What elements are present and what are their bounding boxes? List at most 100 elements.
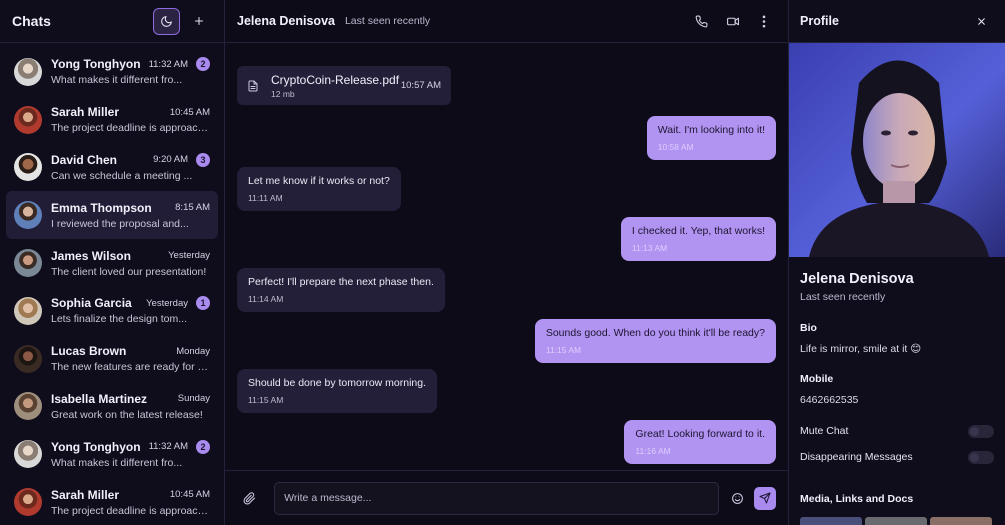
chat-preview: The project deadline is approachi...	[51, 122, 210, 135]
conversation-panel: Jelena Denisova Last seen recently Crypt…	[225, 0, 788, 525]
message-time: 10:58 AM	[657, 142, 694, 152]
chat-preview: What makes it different fro...	[51, 74, 183, 87]
incoming-message: Perfect! I'll prepare the next phase the…	[237, 268, 445, 312]
message-time: 11:13 AM	[631, 243, 668, 253]
emoji-button[interactable]	[725, 485, 750, 511]
mute-chat-label: Mute Chat	[800, 425, 849, 437]
message-time: 11:15 AM	[248, 395, 284, 405]
kebab-menu-icon	[762, 15, 765, 27]
outgoing-message: Great! Looking forward to it. 11:16 AM	[624, 420, 776, 464]
message-time: 10:57 AM	[400, 80, 441, 91]
chat-list-item[interactable]: Sarah Miller 10:45 AM The project deadline…	[6, 96, 218, 144]
chat-name: Emma Thompson	[51, 200, 152, 215]
avatar	[14, 440, 42, 469]
contact-status: Last seen recently	[344, 15, 431, 27]
unread-badge: 3	[196, 152, 210, 167]
disappearing-messages-label: Disappearing Messages	[800, 451, 913, 463]
send-icon	[759, 492, 771, 504]
chat-time: Yesterday	[168, 250, 210, 262]
chat-preview: The new features are ready for te...	[51, 361, 210, 374]
mute-chat-toggle[interactable]	[968, 424, 994, 438]
chat-list-item[interactable]: Lucas Brown Monday The new features are re…	[6, 335, 218, 383]
chat-list-item[interactable]: David Chen 9:20 AM 3 Can we schedule a meet…	[6, 144, 218, 192]
file-size: 12 mb	[271, 88, 295, 99]
moon-icon	[161, 15, 172, 27]
chat-name: Yong Tonghyon	[51, 57, 141, 72]
outgoing-message: I checked it. Yep, that works! 11:13 AM	[620, 217, 776, 261]
chat-sidebar: Chats Yong Tonghyon 11:32 AM 2 What makes i…	[0, 0, 225, 525]
bio-text: Life is mirror, smile at it 😊	[800, 343, 922, 355]
chat-list-item[interactable]: James Wilson Yesterday The client loved ou…	[6, 239, 218, 287]
message-text: Should be done by tomorrow morning.	[248, 377, 427, 389]
media-thumbnail[interactable]	[865, 517, 927, 525]
media-gallery	[789, 517, 1005, 525]
unread-badge: 1	[196, 296, 210, 311]
plus-icon	[195, 17, 203, 25]
profile-photo	[789, 43, 1005, 257]
message-text: Let me know if it works or not?	[248, 175, 390, 187]
disappearing-messages-toggle[interactable]	[968, 450, 994, 464]
chat-preview: The project deadline is approachi...	[51, 504, 210, 517]
video-call-button[interactable]	[722, 11, 743, 32]
avatar	[14, 249, 42, 278]
new-chat-button[interactable]	[186, 8, 212, 34]
avatar	[14, 57, 42, 86]
chat-list-item[interactable]: Yong Tonghyon 11:32 AM 2 What makes it diff…	[6, 48, 218, 96]
sidebar-title: Chats	[12, 13, 51, 29]
message-text: Great! Looking forward to it.	[635, 428, 765, 440]
document-icon	[248, 80, 258, 91]
messenger-app: Chats Yong Tonghyon 11:32 AM 2 What makes i…	[0, 0, 1005, 525]
message-composer	[225, 470, 788, 525]
message-text: Wait. I'm looking into it!	[657, 124, 765, 136]
chat-name: Lucas Brown	[51, 344, 127, 359]
chat-name: Isabella Martinez	[51, 391, 148, 406]
attach-button[interactable]	[237, 485, 262, 511]
chat-name: Yong Tonghyon	[51, 439, 141, 454]
avatar	[14, 392, 42, 421]
avatar	[14, 488, 42, 517]
message-list: CryptoCoin-Release.pdf 12 mb 10:57 AM Wa…	[225, 43, 788, 470]
profile-photo-image	[789, 43, 1005, 257]
contact-name[interactable]: Jelena Denisova	[237, 14, 335, 28]
message-input[interactable]	[274, 481, 719, 515]
chat-list-item[interactable]: Sarah Miller 10:45 AM The project deadline…	[6, 478, 218, 525]
chat-preview: Great work on the latest release!	[51, 408, 203, 421]
media-thumbnail[interactable]	[930, 517, 992, 525]
send-button[interactable]	[753, 486, 777, 510]
chat-preview: The client loved our presentation!	[51, 265, 207, 278]
chat-name: Sarah Miller	[51, 105, 120, 120]
smiley-icon	[731, 492, 743, 504]
close-profile-button[interactable]	[968, 8, 994, 34]
file-name: CryptoCoin-Release.pdf	[271, 72, 400, 87]
media-thumbnail[interactable]	[800, 517, 862, 525]
phone-icon	[695, 15, 708, 27]
mobile-number: 6462662535	[800, 394, 859, 406]
chat-list-item[interactable]: Isabella Martinez Sunday Great work on the…	[6, 383, 218, 431]
mobile-label: Mobile	[800, 373, 834, 385]
chat-time: 8:15 AM	[175, 202, 210, 214]
chat-time: Yesterday	[146, 297, 188, 309]
chat-time: Sunday	[177, 393, 210, 405]
message-time: 11:14 AM	[248, 294, 284, 304]
chat-list-item[interactable]: Sophia Garcia Yesterday 1 Lets finalize the…	[6, 287, 218, 335]
mute-chat-row: Mute Chat	[789, 424, 1005, 438]
chat-preview: I reviewed the proposal and...	[51, 217, 189, 230]
chat-time: 9:20 AM	[153, 154, 188, 166]
theme-toggle-button[interactable]	[153, 7, 180, 35]
chat-list-item-active[interactable]: Emma Thompson 8:15 AM I reviewed the propo…	[6, 191, 218, 240]
paperclip-icon	[243, 491, 256, 504]
file-attachment-message[interactable]: CryptoCoin-Release.pdf 12 mb 10:57 AM	[237, 66, 451, 105]
disappearing-messages-row: Disappearing Messages	[789, 450, 1005, 464]
chat-list: Yong Tonghyon 11:32 AM 2 What makes it diff…	[6, 48, 218, 525]
chat-time: 11:32 AM	[148, 58, 188, 70]
avatar	[14, 296, 42, 325]
header-actions	[691, 11, 774, 32]
media-links-docs-label[interactable]: Media, Links and Docs	[800, 493, 1005, 505]
profile-name: Jelena Denisova	[800, 271, 914, 287]
unread-badge: 2	[196, 439, 210, 454]
outgoing-message: Sounds good. When do you think it'll be …	[534, 319, 776, 363]
more-options-button[interactable]	[753, 11, 774, 32]
chat-list-item[interactable]: Yong Tonghyon 11:32 AM 2 What makes it diff…	[6, 430, 218, 478]
chat-name: James Wilson	[51, 248, 131, 263]
voice-call-button[interactable]	[691, 11, 712, 32]
